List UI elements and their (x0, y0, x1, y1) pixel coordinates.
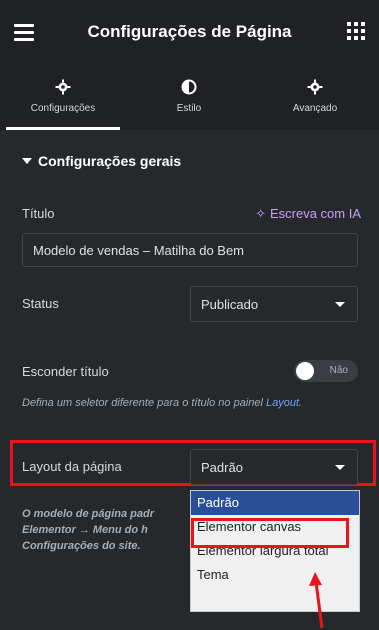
tab-estilo[interactable]: Estilo (126, 68, 252, 130)
layout-help-line: Configurações do site. (22, 540, 141, 552)
panel-title: Configurações de Página (87, 22, 292, 41)
title-input[interactable]: Modelo de vendas – Matilha do Bem (22, 233, 358, 267)
layout-label: Layout da página (22, 459, 122, 474)
hide-title-help: Defina um seletor diferente para o títul… (22, 395, 352, 411)
status-select-value: Publicado (201, 297, 259, 312)
tab-avancado[interactable]: Avançado (252, 68, 378, 130)
toggle-state-label: Não (329, 365, 348, 376)
hide-title-label: Esconder título (22, 364, 109, 379)
gear-icon (55, 79, 71, 95)
sparkle-icon: ✧ (255, 206, 266, 221)
status-label: Status (22, 296, 59, 311)
dropdown-option-padrao[interactable]: Padrão (191, 491, 359, 515)
tab-configuracoes[interactable]: Configurações (0, 68, 126, 130)
hide-title-toggle[interactable]: Não (294, 360, 358, 382)
write-with-ai-link[interactable]: ✧ Escreva com IA (255, 206, 361, 222)
layout-help-line: Elementor → Menu do h (22, 524, 148, 536)
settings-tabs: Configurações Estilo Avançado (0, 68, 379, 130)
section-title-label: Configurações gerais (38, 153, 182, 169)
layout-select-value: Padrão (201, 460, 243, 475)
layout-help: O modelo de página padr Elementor → Menu… (22, 506, 192, 554)
section-toggle-general[interactable]: Configurações gerais (22, 153, 181, 169)
layout-select[interactable]: Padrão (190, 449, 358, 485)
red-arrow-icon (309, 572, 324, 629)
toggle-knob (296, 362, 314, 380)
title-label: Título (22, 206, 55, 221)
chevron-down-icon (335, 302, 345, 307)
status-select[interactable]: Publicado (190, 286, 358, 322)
ai-link-label: Escreva com IA (269, 206, 361, 221)
tab-label: Estilo (176, 103, 202, 114)
tab-label: Configurações (30, 103, 96, 114)
active-tab-indicator (6, 127, 120, 130)
highlight-elementor-canvas (191, 518, 349, 548)
tab-label: Avançado (292, 103, 338, 114)
apps-grid-icon[interactable] (347, 22, 365, 40)
panel-header: Configurações de Página (0, 0, 379, 68)
layout-help-line: O modelo de página padr (22, 508, 155, 520)
hide-title-help-text: Defina um seletor diferente para o títul… (22, 397, 263, 409)
caret-down-icon (22, 158, 32, 164)
layout-link[interactable]: Layout. (266, 397, 302, 409)
chevron-down-icon (335, 465, 345, 470)
gear-icon (307, 79, 323, 95)
contrast-icon (181, 79, 197, 95)
